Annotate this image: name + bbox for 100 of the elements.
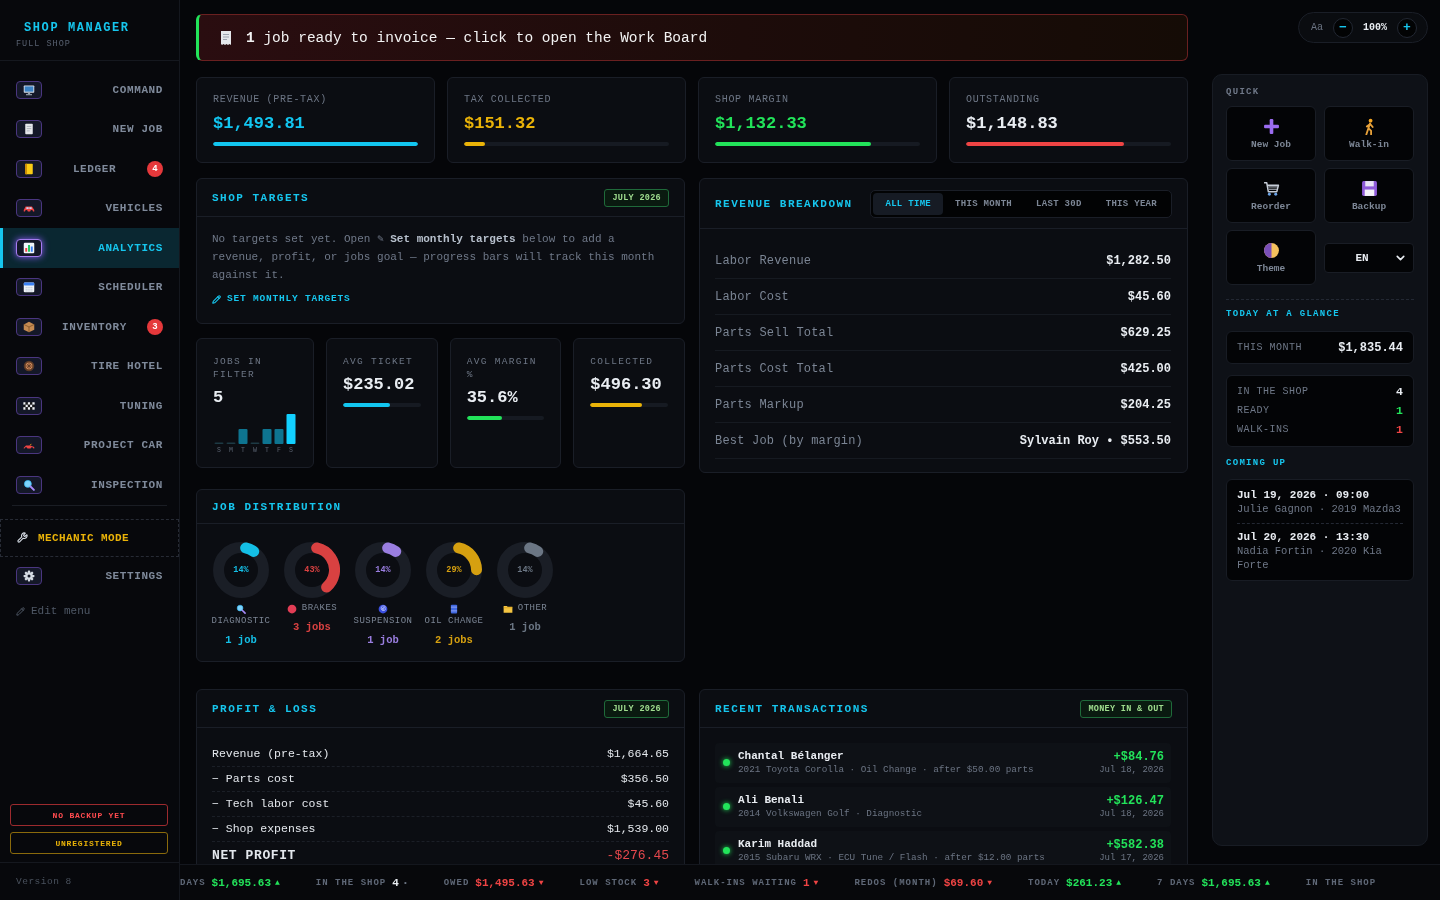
ticker-label: TODAY <box>1028 877 1061 888</box>
period-badge: MONEY IN & OUT <box>1080 699 1172 718</box>
quick-action-button[interactable]: Reorder <box>1226 168 1316 223</box>
notebook-icon <box>16 159 42 178</box>
donut-chart <box>355 542 411 598</box>
row-value: $45.60 <box>627 796 669 811</box>
transaction-detail: 2015 Subaru WRX · ECU Tune / Flash · after $12.00 parts <box>738 850 1045 864</box>
kpi-value: $1,132.33 <box>715 114 808 134</box>
period-badge: JULY 2026 <box>604 188 669 207</box>
row-value: $1,282.50 <box>1106 253 1171 268</box>
transaction-detail: 2014 Volkswagen Golf · Diagnostic <box>738 806 923 820</box>
race-car-icon <box>16 436 42 455</box>
ticker-value: 4 <box>392 876 399 889</box>
nav-item[interactable]: NEW JOB <box>0 109 179 149</box>
kpi-label: TAX COLLECTED <box>464 94 553 106</box>
decrease-button[interactable]: − <box>1333 17 1353 38</box>
row-label: Best Job (by margin) <box>715 433 864 448</box>
ticker-label: 7 DAYS <box>1157 877 1196 888</box>
mechanic-mode-button[interactable]: MECHANIC MODE <box>0 518 179 557</box>
ticker-label: DAYS <box>180 877 206 888</box>
trend-arrow: • <box>402 878 408 887</box>
quick-action-button[interactable]: New Job <box>1226 106 1316 161</box>
wheel-icon <box>16 357 42 376</box>
quick-action-button[interactable]: Walk-in <box>1324 106 1414 161</box>
total-label: NET PROFIT <box>212 848 296 863</box>
nav-item[interactable]: TIRE HOTEL <box>0 346 179 386</box>
period-tab[interactable]: THIS YEAR <box>1093 192 1169 215</box>
ticker-value: 1 <box>803 876 810 889</box>
appointment-detail: Julie Gagnon · 2019 Mazda3 <box>1237 501 1402 516</box>
set-targets-link[interactable]: SET MONTHLY TARGETS <box>212 293 351 305</box>
donut-chart <box>284 542 340 598</box>
trend-arrow: ▼ <box>538 878 544 887</box>
stat-label: AVG TICKET <box>343 355 414 368</box>
period-tab[interactable]: LAST 30D <box>1024 192 1094 215</box>
monitor-icon <box>16 80 42 99</box>
transaction-detail: 2021 Toyota Corolla · Oil Change · after $50.00 parts <box>738 762 1034 776</box>
nav-item[interactable]: PROJECT CAR <box>0 425 179 465</box>
customer-name: Karim Haddad <box>738 837 818 851</box>
trend-arrow: ▲ <box>1116 878 1122 887</box>
stat-label: AVG MARGIN % <box>466 355 538 381</box>
nav-item[interactable]: LEDGER 4 <box>0 149 179 189</box>
transaction-date: Jul 17, 2026 <box>1099 851 1164 864</box>
alert-button[interactable]: NO BACKUP YET <box>10 804 168 826</box>
row-value: $45.60 <box>1127 289 1171 304</box>
nav-item[interactable]: SCHEDULER <box>0 267 179 307</box>
row-label: Parts Sell Total <box>715 325 834 340</box>
barrel-icon <box>449 603 459 614</box>
row-value: $204.25 <box>1120 397 1171 412</box>
ticker-value: $1,495.63 <box>475 876 535 889</box>
stat-label: WALK-INS <box>1237 423 1289 435</box>
percent-label: 14% <box>233 565 249 575</box>
ticker-label: REDOS (MONTH) <box>854 877 938 888</box>
row-label: Labor Cost <box>715 289 789 304</box>
nav-item[interactable]: TUNING <box>0 386 179 426</box>
spiral-icon <box>378 603 388 614</box>
alert-button[interactable]: UNREGISTERED <box>10 832 168 854</box>
trend-arrow: ▼ <box>987 878 993 887</box>
quick-action-button[interactable]: Backup <box>1324 168 1414 223</box>
ticker-value: $1,695.63 <box>211 876 272 889</box>
card-title: SHOP TARGETS <box>212 191 310 204</box>
row-value: Sylvain Roy • $553.50 <box>1019 433 1171 448</box>
ticker-value: $261.23 <box>1066 876 1113 889</box>
category-label: OTHER <box>517 602 548 615</box>
job-count: 1 job <box>225 634 257 647</box>
period-tab[interactable]: ALL TIME <box>873 192 944 215</box>
kpi-label: SHOP MARGIN <box>715 94 790 106</box>
category-label: DIAGNOSTIC <box>211 615 271 628</box>
app-subtitle: FULL SHOP <box>16 39 71 50</box>
ticker-label: LOW STOCK <box>579 877 638 888</box>
nav-item[interactable]: SETTINGS <box>0 556 179 596</box>
card-title: REVENUE BREAKDOWN <box>715 197 853 210</box>
section-label: QUICK <box>1226 86 1260 98</box>
stat-label: IN THE SHOP <box>1237 385 1309 397</box>
stat-label: JOBS IN FILTER <box>213 355 263 381</box>
nav-item[interactable]: ANALYTICS <box>0 228 179 268</box>
job-count: 1 job <box>367 634 399 647</box>
nav-item[interactable]: INVENTORY 3 <box>0 307 179 347</box>
ticker-value: 3 <box>643 876 650 889</box>
increase-button[interactable]: + <box>1397 17 1417 38</box>
language-select[interactable]: EN <box>1324 242 1414 273</box>
card-title: JOB DISTRIBUTION <box>212 500 342 513</box>
quick-action-button[interactable]: Theme <box>1226 230 1316 285</box>
invoice-banner[interactable]: 1 job ready to invoice — click to open the Work Board <box>196 14 1188 61</box>
car-icon <box>16 199 42 218</box>
font-size-value: 100% <box>1363 22 1387 33</box>
job-count: 1 job <box>509 621 541 634</box>
section-title: TODAY AT A GLANCE <box>1226 308 1340 320</box>
row-label: Parts Markup <box>715 397 804 412</box>
row-label: − Parts cost <box>212 771 295 786</box>
font-size-label: Aa <box>1310 22 1323 33</box>
nav-item[interactable]: INSPECTION <box>0 465 179 505</box>
trend-arrow: ▲ <box>1264 878 1270 887</box>
count-badge: 4 <box>147 160 163 177</box>
period-tab[interactable]: THIS MONTH <box>943 192 1025 215</box>
nav-item[interactable]: VEHICLES <box>0 188 179 228</box>
nav-item[interactable]: COMMAND <box>0 70 179 110</box>
stat-value: $496.30 <box>590 375 663 395</box>
transaction-date: Jul 18, 2026 <box>1099 807 1164 820</box>
total-value: -$276.45 <box>606 848 669 863</box>
stat-value: $235.02 <box>343 375 416 395</box>
